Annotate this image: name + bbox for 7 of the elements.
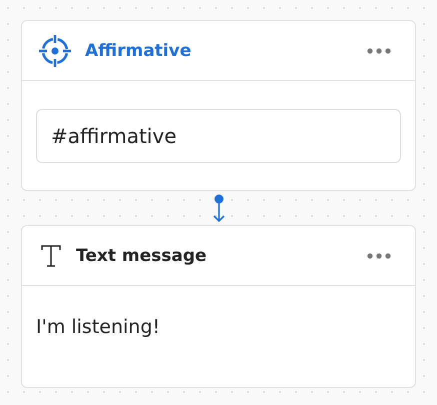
target-icon — [37, 32, 73, 68]
message-text: I'm listening! — [36, 315, 162, 340]
block-title: Affirmative — [85, 40, 192, 60]
intent-input-field[interactable]: #affirmative — [36, 109, 401, 163]
connector-arrow — [212, 194, 226, 224]
block-title: Text message — [76, 246, 208, 266]
text-icon — [41, 244, 61, 266]
